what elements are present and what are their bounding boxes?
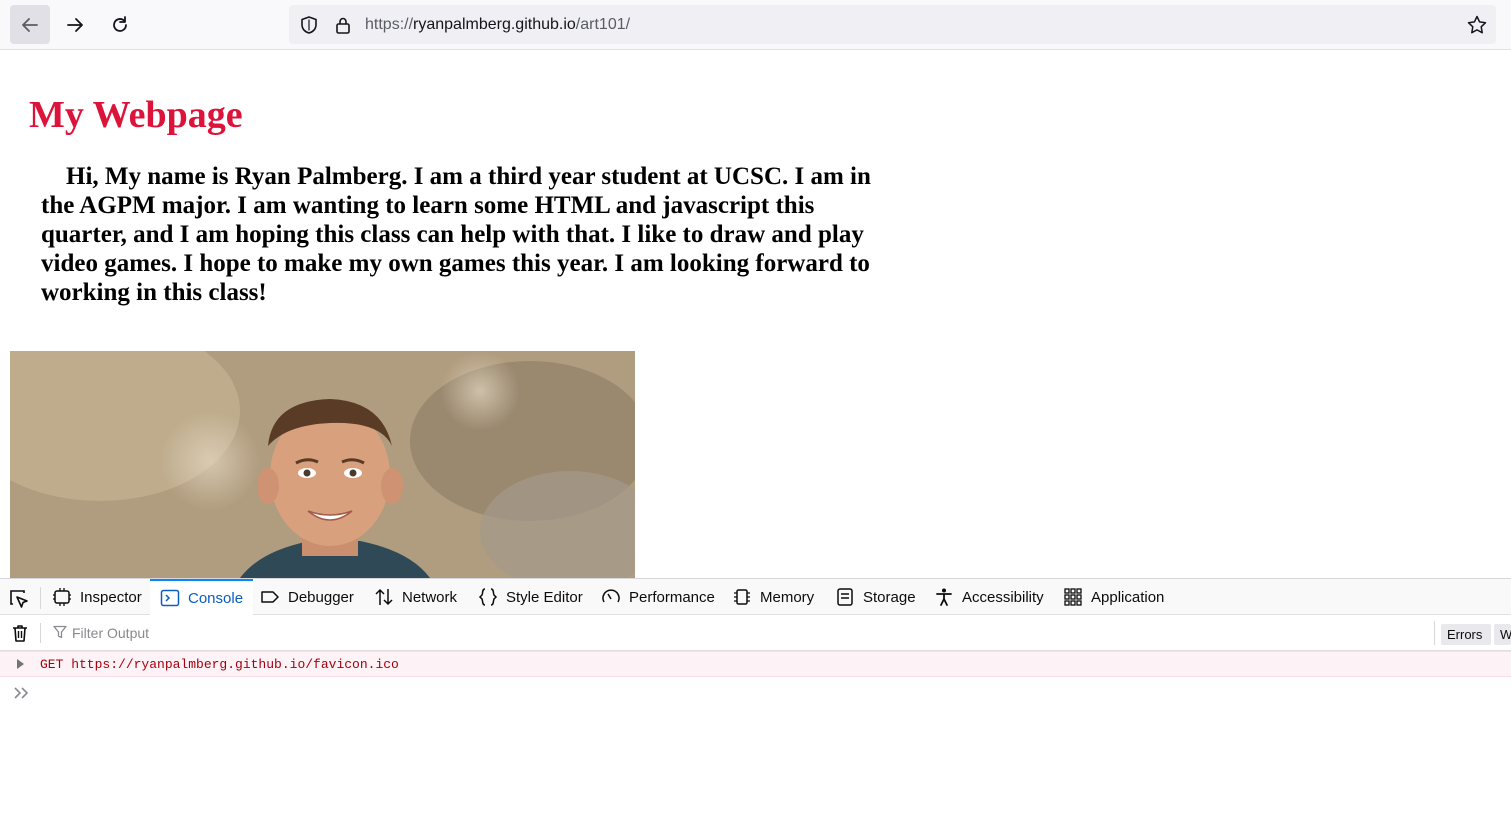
console-filter-bar: Errors W (0, 615, 1511, 651)
errors-filter-button[interactable]: Errors (1441, 624, 1491, 645)
tab-application[interactable]: Application (1063, 579, 1164, 615)
address-bar[interactable]: https://ryanpalmberg.github.io/art101/ (289, 5, 1496, 44)
page-viewport: My Webpage Hi, My name is Ryan Palmberg.… (0, 51, 1511, 578)
trash-icon[interactable] (10, 623, 30, 643)
url-host: ryanpalmberg.github.io (413, 16, 576, 33)
tab-inspector-label: Inspector (80, 588, 142, 606)
memory-icon (734, 589, 750, 605)
tab-storage-label: Storage (863, 588, 916, 606)
console-icon (160, 589, 180, 607)
console-message-text: GET https://ryanpalmberg.github.io/favic… (40, 657, 399, 672)
tab-application-label: Application (1091, 588, 1165, 606)
tab-memory[interactable]: Memory (732, 579, 814, 615)
tab-storage[interactable]: Storage (835, 579, 916, 615)
filter-icon (53, 625, 67, 639)
bookmark-star-icon[interactable] (1466, 14, 1488, 36)
tab-performance-label: Performance (629, 588, 715, 606)
element-picker-icon[interactable] (8, 588, 30, 610)
console-error-message[interactable]: GET https://ryanpalmberg.github.io/favic… (0, 651, 1511, 677)
reload-button[interactable] (100, 5, 140, 44)
filter-output-input[interactable] (72, 624, 672, 642)
devtools-panel: Inspector Console Debugger Network Style… (0, 578, 1511, 832)
profile-photo (10, 351, 635, 578)
filter-separator (40, 623, 41, 643)
application-icon (1064, 588, 1082, 606)
url-text[interactable]: https://ryanpalmberg.github.io/art101/ (365, 15, 630, 35)
tab-style-editor[interactable]: Style Editor (478, 579, 583, 615)
reload-icon (113, 15, 127, 32)
tab-accessibility-label: Accessibility (962, 588, 1044, 606)
accessibility-icon (936, 588, 952, 606)
tab-network-label: Network (402, 588, 458, 606)
back-button[interactable] (10, 5, 50, 44)
lock-icon[interactable] (333, 15, 353, 35)
inspector-icon (53, 588, 71, 606)
tab-console[interactable]: Console (150, 579, 254, 615)
filter-buttons-separator (1434, 621, 1435, 645)
tab-inspector[interactable]: Inspector (52, 579, 142, 615)
intro-paragraph: Hi, My name is Ryan Palmberg. I am a thi… (41, 163, 871, 306)
tab-debugger[interactable]: Debugger (260, 579, 354, 615)
tab-console-label: Console (188, 589, 244, 607)
console-prompt-icon[interactable] (12, 685, 32, 701)
url-path: /art101/ (575, 16, 631, 33)
warnings-filter-button[interactable]: W (1494, 624, 1511, 645)
performance-icon (602, 589, 620, 603)
style-editor-icon (478, 588, 498, 606)
tabbar-separator (40, 587, 41, 609)
storage-icon (837, 588, 853, 606)
network-icon (375, 588, 393, 606)
profile-photo-image (10, 351, 635, 578)
tab-debugger-label: Debugger (288, 588, 354, 606)
back-arrow-icon (22, 17, 38, 32)
devtools-tabbar: Inspector Console Debugger Network Style… (0, 579, 1511, 615)
shield-icon[interactable] (299, 15, 319, 35)
tab-network[interactable]: Network (374, 579, 457, 615)
tab-accessibility[interactable]: Accessibility (934, 579, 1044, 615)
url-scheme: https:// (365, 16, 414, 33)
forward-arrow-icon (67, 17, 83, 32)
browser-toolbar: https://ryanpalmberg.github.io/art101/ (0, 0, 1511, 50)
expand-arrow-icon[interactable] (15, 658, 25, 670)
forward-button[interactable] (55, 5, 95, 44)
debugger-icon (261, 591, 279, 603)
tab-memory-label: Memory (760, 588, 815, 606)
tab-style-editor-label: Style Editor (506, 588, 583, 606)
page-title: My Webpage (29, 94, 243, 136)
tab-performance[interactable]: Performance (601, 579, 715, 615)
